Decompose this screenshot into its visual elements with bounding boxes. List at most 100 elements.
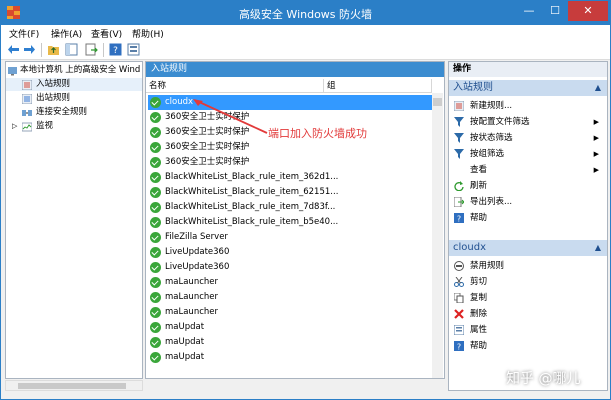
toolbar: ? — [1, 40, 610, 60]
tree-item-label: 入站规则 — [36, 79, 71, 89]
rule-row[interactable]: BlackWhiteList_Black_rule_item_62151... — [148, 185, 432, 200]
tree-item-label: 监视 — [36, 121, 54, 131]
rules-list-header: 入站规则 — [146, 62, 444, 77]
menu-bar: 文件(F) 操作(A) 查看(V) 帮助(H) — [1, 25, 610, 40]
rule-row[interactable]: FileZilla Server — [148, 230, 432, 245]
actions-section-cloudx[interactable]: cloudx ▲ — [449, 240, 607, 256]
inbound-rules-icon — [22, 80, 32, 90]
section-title: 入站规则 — [453, 82, 493, 93]
column-name-header[interactable]: 名称 — [146, 79, 324, 93]
tree-item-connection-security[interactable]: 连接安全规则 — [6, 106, 142, 119]
actions-section-inbound[interactable]: 入站规则 ▲ — [449, 80, 607, 96]
annotation-text: 端口加入防火墙成功 — [268, 127, 367, 140]
rule-row[interactable]: BlackWhiteList_Black_rule_item_b5e40... — [148, 215, 432, 230]
menu-action[interactable]: 操作(A) — [51, 27, 82, 40]
enabled-check-icon — [150, 277, 161, 288]
tree-item-inbound-rules[interactable]: 入站规则 — [6, 78, 142, 91]
action-help[interactable]: ? 帮助 — [449, 210, 607, 226]
properties-icon[interactable] — [127, 43, 140, 56]
show-hide-console-tree-icon[interactable] — [65, 43, 78, 56]
zhihu-watermark: 知乎 @哪儿 — [506, 371, 581, 387]
enabled-check-icon — [150, 337, 161, 348]
svg-text:?: ? — [457, 343, 461, 352]
refresh-icon — [454, 181, 464, 191]
rule-name: LiveUpdate360 — [165, 247, 230, 257]
rule-row[interactable]: maUpdat — [148, 335, 432, 350]
submenu-arrow-icon: ▶ — [593, 150, 599, 158]
rule-name: FileZilla Server — [165, 232, 228, 242]
rule-name: BlackWhiteList_Black_rule_item_62151... — [165, 187, 339, 197]
submenu-arrow-icon: ▶ — [593, 118, 599, 126]
console-tree: 本地计算机 上的高级安全 Wind 入站规则 出站规则 连接安全规则 ▷ 监视 — [5, 61, 143, 379]
menu-help[interactable]: 帮助(H) — [132, 27, 164, 40]
rule-row[interactable]: BlackWhiteList_Black_rule_item_362d1... — [148, 170, 432, 185]
action-cut[interactable]: 剪切 — [449, 274, 607, 290]
action-export-list[interactable]: 导出列表... — [449, 194, 607, 210]
rule-row[interactable]: 360安全卫士实时保护 — [148, 140, 432, 155]
tree-item-outbound-rules[interactable]: 出站规则 — [6, 92, 142, 105]
forward-arrow-icon[interactable] — [23, 43, 36, 56]
rule-row[interactable]: LiveUpdate360 — [148, 245, 432, 260]
help-icon: ? — [454, 341, 464, 351]
actions-pane: 操作 入站规则 ▲ 新建规则... 按配置文件筛选 ▶ 按状态筛选 ▶ 按组筛选… — [448, 61, 608, 391]
action-new-rule[interactable]: 新建规则... — [449, 98, 607, 114]
up-folder-icon[interactable] — [47, 43, 60, 56]
rule-row[interactable]: LiveUpdate360 — [148, 260, 432, 275]
title-bar: 高级安全 Windows 防火墙 — ☐ ✕ — [1, 1, 610, 25]
section-title: cloudx — [453, 242, 486, 253]
svg-text:?: ? — [113, 46, 118, 56]
enabled-check-icon — [150, 187, 161, 198]
action-copy[interactable]: 复制 — [449, 290, 607, 306]
cut-icon — [454, 277, 464, 287]
rule-row[interactable]: maLauncher — [148, 290, 432, 305]
rules-vertical-scrollbar[interactable] — [432, 93, 443, 378]
copy-icon — [454, 293, 464, 303]
enabled-check-icon — [150, 142, 161, 153]
collapse-caret-icon[interactable]: ▲ — [595, 240, 601, 256]
action-help-rule[interactable]: ? 帮助 — [449, 338, 607, 354]
column-group-header[interactable]: 组 — [324, 79, 432, 93]
action-filter-by-profile[interactable]: 按配置文件筛选 ▶ — [449, 114, 607, 130]
tree-item-monitoring[interactable]: ▷ 监视 — [6, 120, 142, 133]
tree-item-label: 连接安全规则 — [36, 107, 88, 117]
tree-horizontal-scrollbar[interactable] — [5, 380, 143, 391]
help-icon[interactable]: ? — [109, 43, 122, 56]
outbound-rules-icon — [22, 94, 32, 104]
rule-row[interactable]: maUpdat — [148, 350, 432, 365]
export-list-icon[interactable] — [85, 43, 98, 56]
rule-name: LiveUpdate360 — [165, 262, 230, 272]
action-disable-rule[interactable]: 禁用规则 — [449, 258, 607, 274]
collapse-caret-icon[interactable]: ▲ — [595, 80, 601, 96]
action-view[interactable]: 查看 ▶ — [449, 162, 607, 178]
action-refresh[interactable]: 刷新 — [449, 178, 607, 194]
filter-icon — [454, 133, 464, 143]
action-delete[interactable]: 删除 — [449, 306, 607, 322]
action-filter-by-group[interactable]: 按组筛选 ▶ — [449, 146, 607, 162]
svg-text:?: ? — [457, 215, 461, 224]
expand-arrow-icon[interactable]: ▷ — [12, 120, 17, 133]
submenu-arrow-icon: ▶ — [593, 166, 599, 174]
help-icon: ? — [454, 213, 464, 223]
rule-row[interactable]: 360安全卫士实时保护 — [148, 155, 432, 170]
tree-root[interactable]: 本地计算机 上的高级安全 Wind — [6, 64, 142, 77]
enabled-check-icon — [150, 232, 161, 243]
status-bar — [1, 391, 610, 399]
rule-row[interactable]: maLauncher — [148, 305, 432, 320]
action-filter-by-state[interactable]: 按状态筛选 ▶ — [449, 130, 607, 146]
action-properties[interactable]: 属性 — [449, 322, 607, 338]
rule-row[interactable]: BlackWhiteList_Black_rule_item_7d83f... — [148, 200, 432, 215]
menu-view[interactable]: 查看(V) — [91, 27, 122, 40]
maximize-button[interactable]: ☐ — [542, 1, 568, 21]
filter-icon — [454, 149, 464, 159]
tree-item-label: 出站规则 — [36, 93, 71, 103]
close-button[interactable]: ✕ — [568, 1, 608, 21]
rule-name: BlackWhiteList_Black_rule_item_b5e40... — [165, 217, 339, 227]
rule-row[interactable]: maUpdat — [148, 320, 432, 335]
enabled-check-icon — [150, 292, 161, 303]
rule-name: maLauncher — [165, 277, 218, 287]
menu-file[interactable]: 文件(F) — [9, 27, 39, 40]
minimize-button[interactable]: — — [516, 1, 542, 21]
rule-row[interactable]: maLauncher — [148, 275, 432, 290]
actions-header: 操作 — [449, 62, 607, 77]
back-arrow-icon[interactable] — [7, 43, 20, 56]
